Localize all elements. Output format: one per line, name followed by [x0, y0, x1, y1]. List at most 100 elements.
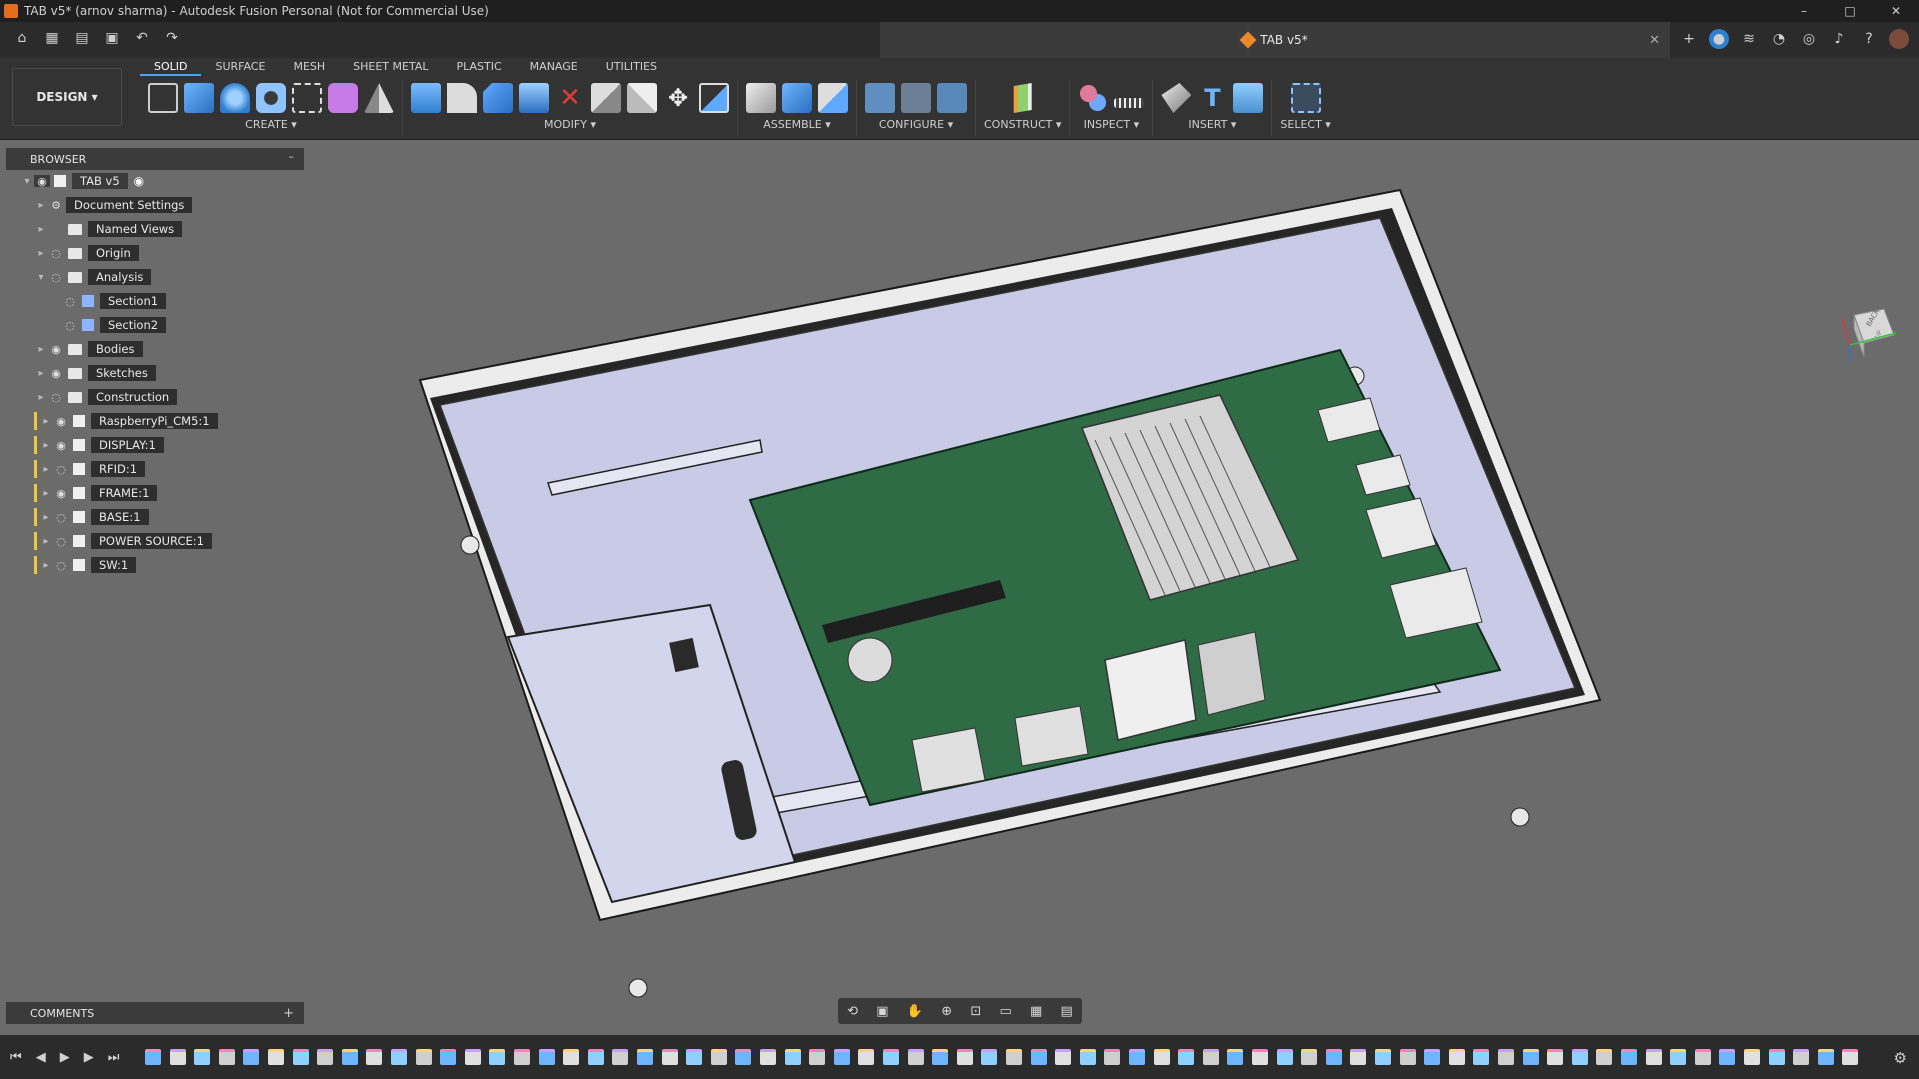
chevron-right-icon[interactable]: ▸	[39, 440, 53, 451]
workspace-switcher-button[interactable]: DESIGN ▾	[12, 68, 122, 126]
job-status-icon[interactable]: ◔	[1769, 29, 1789, 49]
chevron-right-icon[interactable]: ▸	[34, 200, 48, 211]
timeline-feature-icon[interactable]	[194, 1049, 211, 1065]
timeline-feature-icon[interactable]	[538, 1049, 555, 1065]
chevron-right-icon[interactable]: ▸	[34, 344, 48, 355]
modify-group-label[interactable]: MODIFY ▾	[544, 118, 596, 131]
timeline-track[interactable]	[145, 1043, 1875, 1071]
timeline-feature-icon[interactable]	[292, 1049, 309, 1065]
fillet-icon[interactable]	[447, 83, 477, 113]
configure-group-label[interactable]: CONFIGURE ▾	[879, 118, 953, 131]
tree-node[interactable]: ▾ ◌ Analysis	[34, 268, 152, 286]
timeline-feature-icon[interactable]	[858, 1049, 875, 1065]
tree-node[interactable]: ▸ ◉ Bodies	[34, 340, 143, 358]
chevron-right-icon[interactable]: ▸	[39, 512, 53, 523]
mirror-icon[interactable]	[364, 83, 394, 113]
joint-icon[interactable]	[782, 83, 812, 113]
tab-surface[interactable]: SURFACE	[201, 58, 279, 76]
create-group-label[interactable]: CREATE ▾	[245, 118, 297, 131]
tree-node[interactable]: ▸ ◌ POWER SOURCE:1	[34, 532, 212, 550]
timeline-feature-icon[interactable]	[218, 1049, 235, 1065]
eye-icon[interactable]: ◉	[53, 487, 69, 500]
insert-canvas-icon[interactable]	[1233, 83, 1264, 113]
timeline-feature-icon[interactable]	[587, 1049, 604, 1065]
timeline-feature-icon[interactable]	[1129, 1049, 1145, 1065]
timeline-feature-icon[interactable]	[1178, 1049, 1195, 1065]
insert-text-icon[interactable]: T	[1197, 83, 1227, 113]
chevron-right-icon[interactable]: ▸	[39, 560, 53, 571]
chevron-right-icon[interactable]: ▸	[34, 248, 48, 259]
split-body-icon[interactable]	[627, 83, 657, 113]
move-copy-icon[interactable]: ✥	[663, 83, 693, 113]
close-tab-icon[interactable]: ✕	[1649, 33, 1660, 48]
timeline-feature-icon[interactable]	[1498, 1049, 1514, 1065]
hole-icon[interactable]	[256, 83, 286, 113]
timeline-feature-icon[interactable]	[169, 1049, 186, 1065]
eye-icon[interactable]: ◉	[53, 415, 69, 428]
timeline-feature-icon[interactable]	[1006, 1049, 1022, 1065]
timeline-feature-icon[interactable]	[1079, 1049, 1096, 1065]
redo-icon[interactable]: ↷	[162, 28, 182, 48]
eye-icon[interactable]: ◉	[34, 175, 50, 188]
timeline-feature-icon[interactable]	[686, 1049, 703, 1065]
go-to-start-icon[interactable]: ⏮	[10, 1050, 22, 1065]
eye-hidden-icon[interactable]: ◌	[53, 559, 69, 572]
eye-hidden-icon[interactable]: ◌	[62, 319, 78, 332]
timeline-feature-icon[interactable]	[760, 1049, 776, 1065]
create-form-icon[interactable]	[328, 83, 358, 113]
interference-icon[interactable]	[1078, 83, 1109, 113]
chevron-right-icon[interactable]: ▸	[34, 224, 48, 235]
eye-hidden-icon[interactable]: ◌	[48, 247, 64, 260]
timeline-feature-icon[interactable]	[1030, 1049, 1047, 1065]
new-tab-icon[interactable]: +	[1679, 29, 1699, 49]
go-to-end-icon[interactable]: ⏭	[108, 1050, 120, 1065]
timeline-feature-icon[interactable]	[440, 1049, 457, 1065]
timeline-feature-icon[interactable]	[907, 1049, 924, 1065]
timeline-feature-icon[interactable]	[1842, 1049, 1859, 1065]
view-cube[interactable]: BACK UP	[1840, 305, 1898, 363]
step-forward-icon[interactable]: ▶	[84, 1050, 94, 1065]
notifications-icon[interactable]: ♪	[1829, 29, 1849, 49]
timeline-feature-icon[interactable]	[1375, 1049, 1391, 1065]
tree-node[interactable]: ▸ ◌ Origin	[34, 244, 139, 262]
eye-hidden-icon[interactable]: ◌	[62, 295, 78, 308]
timeline-settings-icon[interactable]: ⚙	[1894, 1049, 1907, 1067]
chevron-right-icon[interactable]: ▸	[39, 488, 53, 499]
chevron-right-icon[interactable]: ▸	[34, 392, 48, 403]
timeline-feature-icon[interactable]	[1768, 1049, 1785, 1065]
timeline-feature-icon[interactable]	[243, 1049, 260, 1065]
timeline-feature-icon[interactable]	[1399, 1049, 1416, 1065]
timeline-feature-icon[interactable]	[563, 1049, 580, 1065]
timeline-feature-icon[interactable]	[1252, 1049, 1268, 1065]
construct-group-label[interactable]: CONSTRUCT ▾	[984, 118, 1061, 131]
maximize-button[interactable]: □	[1827, 0, 1873, 22]
timeline-feature-icon[interactable]	[1621, 1049, 1637, 1065]
configure-table-icon[interactable]	[865, 83, 895, 113]
select-icon[interactable]	[1290, 83, 1321, 113]
viewports-icon[interactable]: ▤	[1061, 1004, 1073, 1019]
zoom-icon[interactable]: ⊕	[941, 1004, 952, 1019]
timeline-feature-icon[interactable]	[514, 1049, 530, 1065]
timeline-feature-icon[interactable]	[1744, 1049, 1760, 1065]
timeline-feature-icon[interactable]	[1227, 1049, 1244, 1065]
extensions-icon[interactable]: ●	[1709, 29, 1729, 49]
timeline-feature-icon[interactable]	[317, 1049, 334, 1065]
home-icon[interactable]: ⌂	[12, 28, 32, 48]
play-icon[interactable]: ▶	[60, 1050, 70, 1065]
tree-node[interactable]: ▸ Named Views	[34, 220, 183, 238]
timeline-feature-icon[interactable]	[956, 1049, 973, 1065]
undo-icon[interactable]: ↶	[132, 28, 152, 48]
user-avatar[interactable]	[1889, 29, 1909, 49]
eye-icon[interactable]: ◉	[53, 439, 69, 452]
step-back-icon[interactable]: ◀	[36, 1050, 46, 1065]
activate-radio-icon[interactable]: ◉	[134, 174, 144, 188]
timeline-feature-icon[interactable]	[1055, 1049, 1072, 1065]
timeline-feature-icon[interactable]	[784, 1049, 801, 1065]
file-menu-icon[interactable]: ▤	[72, 28, 92, 48]
delete-icon[interactable]: ✕	[555, 83, 585, 113]
tab-utilities[interactable]: UTILITIES	[592, 58, 671, 76]
revolve-icon[interactable]	[220, 83, 250, 113]
fit-icon[interactable]: ⊡	[970, 1004, 981, 1019]
timeline-feature-icon[interactable]	[661, 1049, 678, 1065]
timeline-feature-icon[interactable]	[1424, 1049, 1441, 1065]
